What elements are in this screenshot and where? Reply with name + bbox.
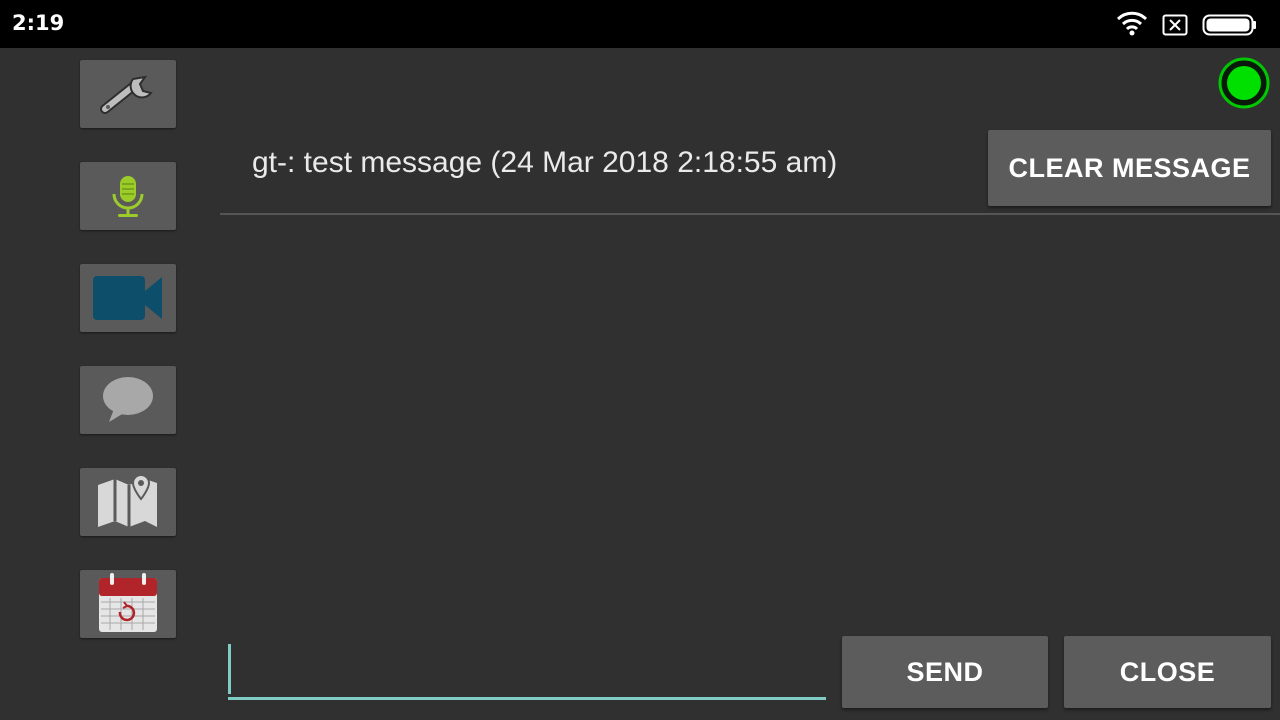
clear-message-button[interactable]: CLEAR MESSAGE (988, 130, 1271, 206)
sidebar-item-audio[interactable] (80, 162, 176, 230)
battery-icon (1202, 14, 1256, 36)
wrench-icon (100, 75, 153, 114)
message-text: gt-: test message (24 Mar 2018 2:18:55 a… (252, 146, 838, 179)
video-camera-icon (93, 276, 162, 320)
sidebar-item-settings[interactable] (80, 60, 176, 128)
status-time: 2:19 (12, 11, 65, 35)
status-bar: 2:19 (0, 0, 1280, 48)
sidebar-item-calendar[interactable] (80, 570, 176, 638)
input-underline (228, 697, 826, 700)
message-input-container (228, 644, 826, 702)
message-input[interactable] (228, 644, 826, 702)
send-button[interactable]: SEND (842, 636, 1048, 708)
wifi-icon (1116, 11, 1148, 36)
microphone-icon (112, 176, 144, 217)
status-icons (1108, 10, 1268, 38)
calendar-icon (99, 573, 157, 632)
sidebar-item-chat[interactable] (80, 366, 176, 434)
no-sim-icon (1162, 14, 1188, 36)
sidebar-item-video[interactable] (80, 264, 176, 332)
sidebar-item-map[interactable] (80, 468, 176, 536)
chat-bubble-icon (103, 377, 153, 422)
connection-status-icon (1218, 57, 1270, 109)
close-button[interactable]: CLOSE (1064, 636, 1271, 708)
map-icon (98, 473, 157, 527)
divider (220, 213, 1280, 215)
text-cursor (228, 644, 231, 694)
